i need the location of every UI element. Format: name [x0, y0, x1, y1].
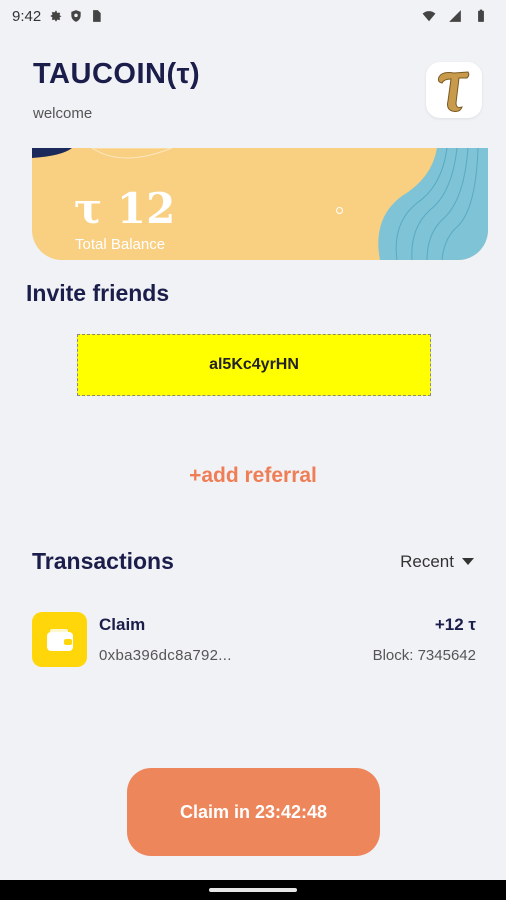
caret-down-icon	[462, 558, 474, 565]
welcome-text: welcome	[33, 105, 93, 122]
home-handle[interactable]	[209, 888, 297, 892]
status-time: 9:42	[12, 7, 42, 25]
transactions-title: Transactions	[32, 548, 174, 574]
filter-label: Recent	[400, 552, 454, 571]
wallet-icon	[32, 612, 87, 667]
app-title: TAUCOIN(τ)	[33, 58, 201, 90]
invite-title: Invite friends	[26, 280, 170, 306]
add-referral-button[interactable]: +add referral	[0, 464, 506, 488]
header: TAUCOIN(τ) welcome	[33, 58, 200, 122]
transaction-amount: +12 τ	[434, 615, 476, 634]
transactions-filter-dropdown[interactable]: Recent	[400, 552, 474, 572]
signal-icon	[449, 10, 461, 22]
wifi-icon	[422, 11, 436, 22]
status-bar: 9:42	[0, 0, 506, 32]
balance-amount: τ 12	[74, 184, 176, 233]
balance-label: Total Balance	[75, 236, 166, 253]
claim-button[interactable]: Claim in 23:42:48	[127, 768, 380, 856]
transaction-block: Block: 7345642	[372, 647, 476, 664]
referral-code[interactable]: al5Kc4yrHN	[77, 334, 431, 396]
balance-card: τ 12 Total Balance	[32, 148, 488, 260]
transaction-hash: 0xba396dc8a792...	[99, 647, 232, 664]
decorative-dot	[336, 207, 343, 214]
sim-icon	[93, 10, 101, 22]
system-nav-bar	[0, 880, 506, 900]
transaction-name: Claim	[99, 615, 146, 634]
battery-icon	[478, 9, 484, 22]
settings-icon	[50, 10, 62, 22]
shield-icon	[71, 10, 81, 22]
transaction-row[interactable]: Claim 0xba396dc8a792... +12 τ Block: 734…	[32, 610, 476, 670]
tau-logo-icon[interactable]	[426, 62, 482, 118]
